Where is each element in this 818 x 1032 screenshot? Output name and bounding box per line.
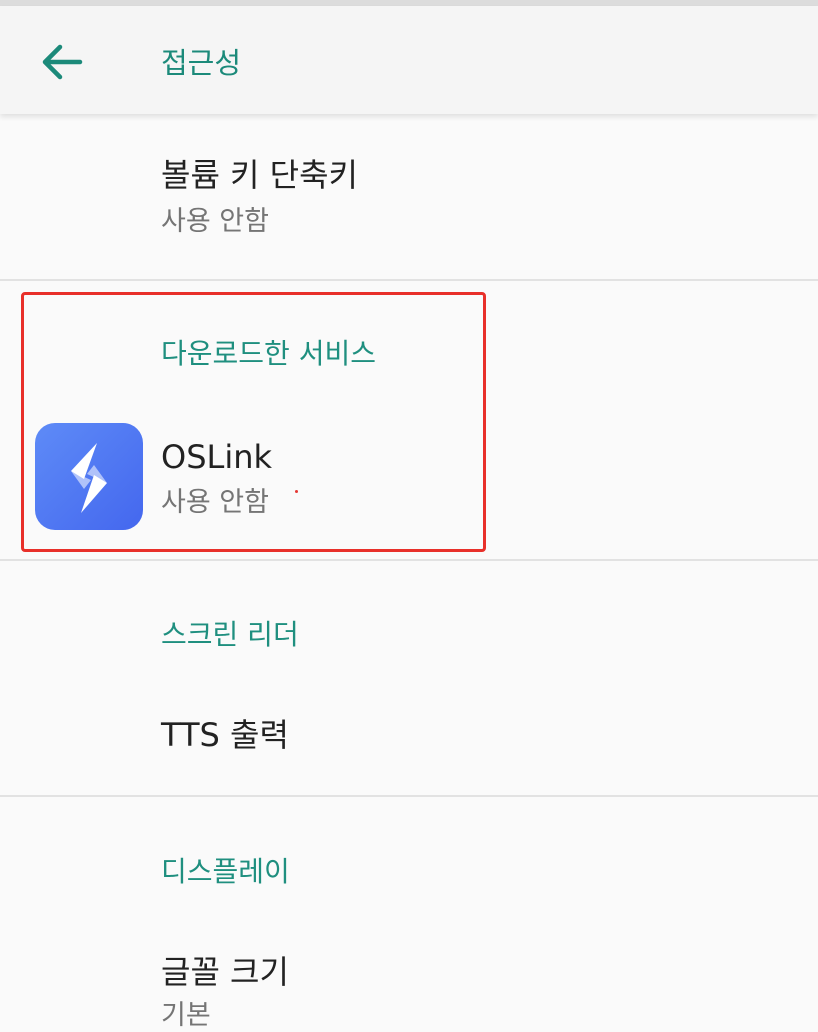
divider: [0, 279, 818, 281]
page-title: 접근성: [161, 46, 242, 80]
category-screen-reader: 스크린 리더: [161, 618, 299, 651]
arrow-back-icon: [42, 44, 83, 80]
tts-output-title: TTS 출력: [161, 716, 289, 754]
volume-shortcut-title: 볼륨 키 단축키: [161, 156, 358, 194]
divider: [0, 559, 818, 561]
app-bar: 접근성: [0, 6, 818, 114]
font-size-summary: 기본: [161, 1000, 211, 1031]
category-display: 디스플레이: [161, 855, 290, 888]
back-button[interactable]: [30, 36, 90, 88]
font-size-item[interactable]: 글꼴 크기 기본: [0, 920, 818, 1031]
volume-shortcut-summary: 사용 안함: [161, 206, 269, 237]
divider: [0, 795, 818, 797]
volume-shortcut-item[interactable]: 볼륨 키 단축키 사용 안함: [0, 130, 818, 280]
tts-output-item[interactable]: TTS 출력: [0, 680, 818, 795]
highlight-box: [21, 292, 486, 552]
font-size-title: 글꼴 크기: [161, 953, 289, 991]
